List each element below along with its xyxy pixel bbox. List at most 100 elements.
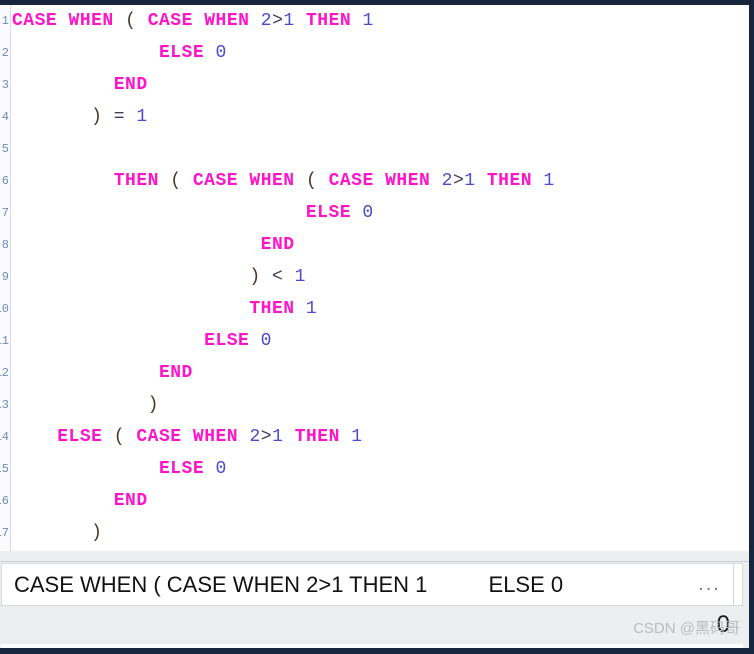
code-token: 1 <box>283 11 295 31</box>
line-number-gutter: 123456789101112131415161718 <box>0 5 11 551</box>
code-token: CASE <box>192 171 239 191</box>
results-separator <box>0 551 749 562</box>
line-number: 2 <box>1 46 9 60</box>
code-token: CASE <box>136 427 182 447</box>
code-token: ) <box>147 395 159 415</box>
code-line[interactable]: END <box>12 69 749 101</box>
code-token: = <box>113 107 126 127</box>
code-token: ( <box>125 11 137 31</box>
code-token: ) <box>91 107 103 127</box>
line-number: 11 <box>0 334 9 348</box>
code-token: CASE <box>12 11 58 31</box>
code-token: < <box>271 267 284 287</box>
code-line[interactable]: CASE WHEN ( CASE WHEN 2>1 THEN 1 <box>12 5 749 37</box>
code-token: WHEN <box>204 11 250 31</box>
code-token: 2 <box>249 427 261 447</box>
code-line[interactable]: END <box>12 229 749 261</box>
code-token: ELSE <box>158 459 205 479</box>
code-token: THEN <box>306 11 352 31</box>
sql-code-editor[interactable]: 123456789101112131415161718 CASE WHEN ( … <box>0 5 749 551</box>
code-token: 0 <box>362 203 374 223</box>
code-line[interactable]: ELSE 0 <box>12 453 749 485</box>
line-number: 15 <box>0 462 9 476</box>
code-token: 1 <box>464 171 476 191</box>
window-right-border <box>749 0 754 654</box>
code-token: 0 <box>215 459 227 479</box>
line-number: 14 <box>0 430 9 444</box>
code-token: THEN <box>249 299 295 319</box>
code-token: ELSE <box>305 203 352 223</box>
line-number: 16 <box>0 494 9 508</box>
code-text-area[interactable]: CASE WHEN ( CASE WHEN 2>1 THEN 1 ELSE 0 … <box>12 5 749 551</box>
code-token: ) <box>91 523 103 543</box>
code-token: ELSE <box>57 427 103 447</box>
code-token: ) <box>249 267 261 287</box>
code-line[interactable]: ) <box>12 517 749 549</box>
window-bottom-border <box>0 648 754 654</box>
code-token: CASE <box>147 11 193 31</box>
code-token: 1 <box>294 267 306 287</box>
code-token: 0 <box>260 331 272 351</box>
code-token: 1 <box>305 299 318 319</box>
code-line[interactable] <box>12 133 749 165</box>
code-line[interactable]: END <box>12 485 749 517</box>
code-token: 2 <box>260 11 273 31</box>
query-results-pane: CASE WHEN ( CASE WHEN 2>1 THEN 1 ELSE 0 … <box>0 551 749 648</box>
code-line[interactable]: ELSE 0 <box>12 197 749 229</box>
code-line[interactable]: ELSE ( CASE WHEN 2>1 THEN 1 <box>12 421 749 453</box>
code-line[interactable]: THEN 1 <box>12 293 749 325</box>
line-number: 6 <box>1 174 9 188</box>
code-token: ( <box>305 171 318 191</box>
code-token: WHEN <box>249 171 295 191</box>
line-number: 12 <box>0 366 9 380</box>
code-line[interactable]: ) < 1 <box>12 261 749 293</box>
code-line[interactable]: ELSE 0 <box>12 325 749 357</box>
results-grid-header-row: CASE WHEN ( CASE WHEN 2>1 THEN 1 ELSE 0 … <box>1 563 743 606</box>
code-token: THEN <box>294 427 340 447</box>
line-number: 3 <box>1 78 9 92</box>
code-token: 1 <box>136 107 148 127</box>
column-overflow-ellipsis[interactable]: ... <box>686 564 734 605</box>
code-token: > <box>272 11 284 31</box>
code-line[interactable]: THEN ( CASE WHEN ( CASE WHEN 2>1 THEN 1 <box>12 165 749 197</box>
line-number: 4 <box>1 110 9 124</box>
sql-editor-window: 123456789101112131415161718 CASE WHEN ( … <box>0 0 754 654</box>
code-token: 1 <box>362 11 374 31</box>
code-token: > <box>452 171 465 191</box>
code-line[interactable]: ) <box>12 389 749 421</box>
code-token: 0 <box>215 43 227 63</box>
code-token: THEN <box>486 171 533 191</box>
line-number: 7 <box>1 206 9 220</box>
code-line[interactable]: END <box>12 357 749 389</box>
code-token: > <box>260 427 273 447</box>
code-line[interactable]: ELSE 0 <box>12 37 749 69</box>
code-line[interactable]: ) = 1 <box>12 101 749 133</box>
results-column-header[interactable]: CASE WHEN ( CASE WHEN 2>1 THEN 1 ELSE 0 <box>2 572 686 598</box>
results-cell-value[interactable]: 0 <box>717 611 743 639</box>
code-token: 1 <box>351 427 363 447</box>
code-token: 1 <box>272 427 284 447</box>
code-token: THEN <box>113 171 159 191</box>
results-data-row[interactable]: 0 <box>1 606 743 644</box>
code-token: WHEN <box>68 11 114 31</box>
